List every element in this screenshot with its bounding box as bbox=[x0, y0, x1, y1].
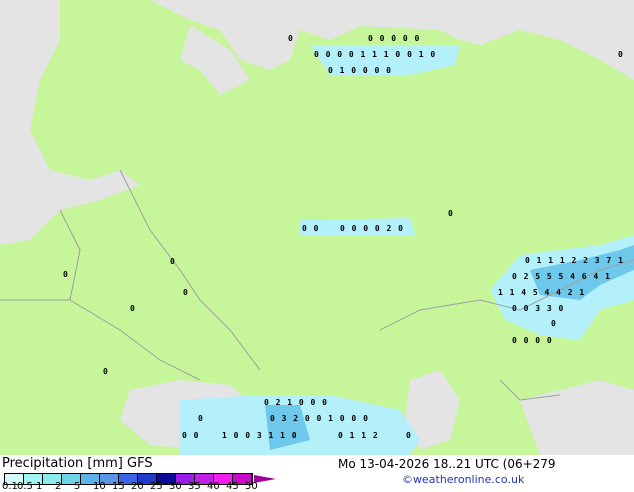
scale-tick-label: 0.5 bbox=[17, 481, 33, 492]
precip-value: 0 1 1 2 bbox=[338, 431, 379, 440]
precip-value: 0 0 3 3 0 bbox=[512, 304, 565, 313]
scale-tick-label: 5 bbox=[74, 481, 81, 492]
scale-tick-label: 0.1 bbox=[2, 481, 18, 492]
precip-value: 0 bbox=[406, 431, 412, 440]
precip-value: 0 bbox=[170, 257, 176, 266]
precip-value: 0 0 0 0 1 1 1 0 0 1 0 bbox=[314, 50, 437, 59]
precip-value: 0 0 bbox=[302, 224, 320, 233]
legend: Precipitation [mm] GFS Mo 13-04-2026 18.… bbox=[0, 455, 634, 492]
precip-value: 0 bbox=[130, 304, 136, 313]
precip-value: 0 0 0 0 bbox=[512, 336, 553, 345]
scale-tick-label: 2 bbox=[55, 481, 62, 492]
scale-tick-label: 45 bbox=[226, 481, 239, 492]
precip-value: 0 bbox=[63, 270, 69, 279]
precip-value: 0 bbox=[448, 209, 454, 218]
credit-link[interactable]: ©weatheronline.co.uk bbox=[402, 473, 524, 486]
precip-value: 1 1 4 5 4 4 2 1 bbox=[498, 288, 586, 297]
scale-tick-label: 20 bbox=[131, 481, 144, 492]
scale-tick-label: 10 bbox=[93, 481, 106, 492]
precip-value: 0 0 bbox=[182, 431, 200, 440]
scale-tick-label: 30 bbox=[169, 481, 182, 492]
scale-tick-label: 40 bbox=[207, 481, 220, 492]
precip-value: 0 bbox=[183, 288, 189, 297]
precip-value: 0 bbox=[551, 319, 557, 328]
scale-tick-label: 25 bbox=[150, 481, 163, 492]
precip-value: 0 1 0 0 0 0 bbox=[328, 66, 392, 75]
scale-tick-label: 35 bbox=[188, 481, 201, 492]
precip-value: 0 bbox=[618, 50, 624, 59]
precip-value: 1 0 0 3 1 1 0 bbox=[222, 431, 298, 440]
precip-value: 0 3 2 0 0 1 0 0 0 bbox=[270, 414, 369, 423]
precip-value-labels: 0 0 0 0 0 0 0 0 0 0 1 1 1 0 0 1 0 0 1 0 0 0… bbox=[0, 0, 634, 455]
precip-value: 0 2 5 5 5 4 6 4 1 bbox=[512, 272, 611, 281]
precip-value: 0 bbox=[198, 414, 204, 423]
precip-value: 0 bbox=[103, 367, 109, 376]
forecast-datetime: Mo 13-04-2026 18..21 UTC (06+279 bbox=[338, 457, 556, 471]
precip-value: 0 bbox=[288, 34, 294, 43]
scale-tick-label: 15 bbox=[112, 481, 125, 492]
precip-value: 0 0 0 0 2 0 bbox=[340, 224, 404, 233]
precip-value: 0 1 1 1 2 2 3 7 1 bbox=[525, 256, 624, 265]
legend-title: Precipitation [mm] GFS bbox=[2, 456, 153, 471]
precip-value: 0 0 0 0 0 bbox=[368, 34, 421, 43]
scale-tick-label: 50 bbox=[245, 481, 258, 492]
precip-value: 0 2 1 0 0 0 bbox=[264, 398, 328, 407]
scale-tick-label: 1 bbox=[36, 481, 43, 492]
